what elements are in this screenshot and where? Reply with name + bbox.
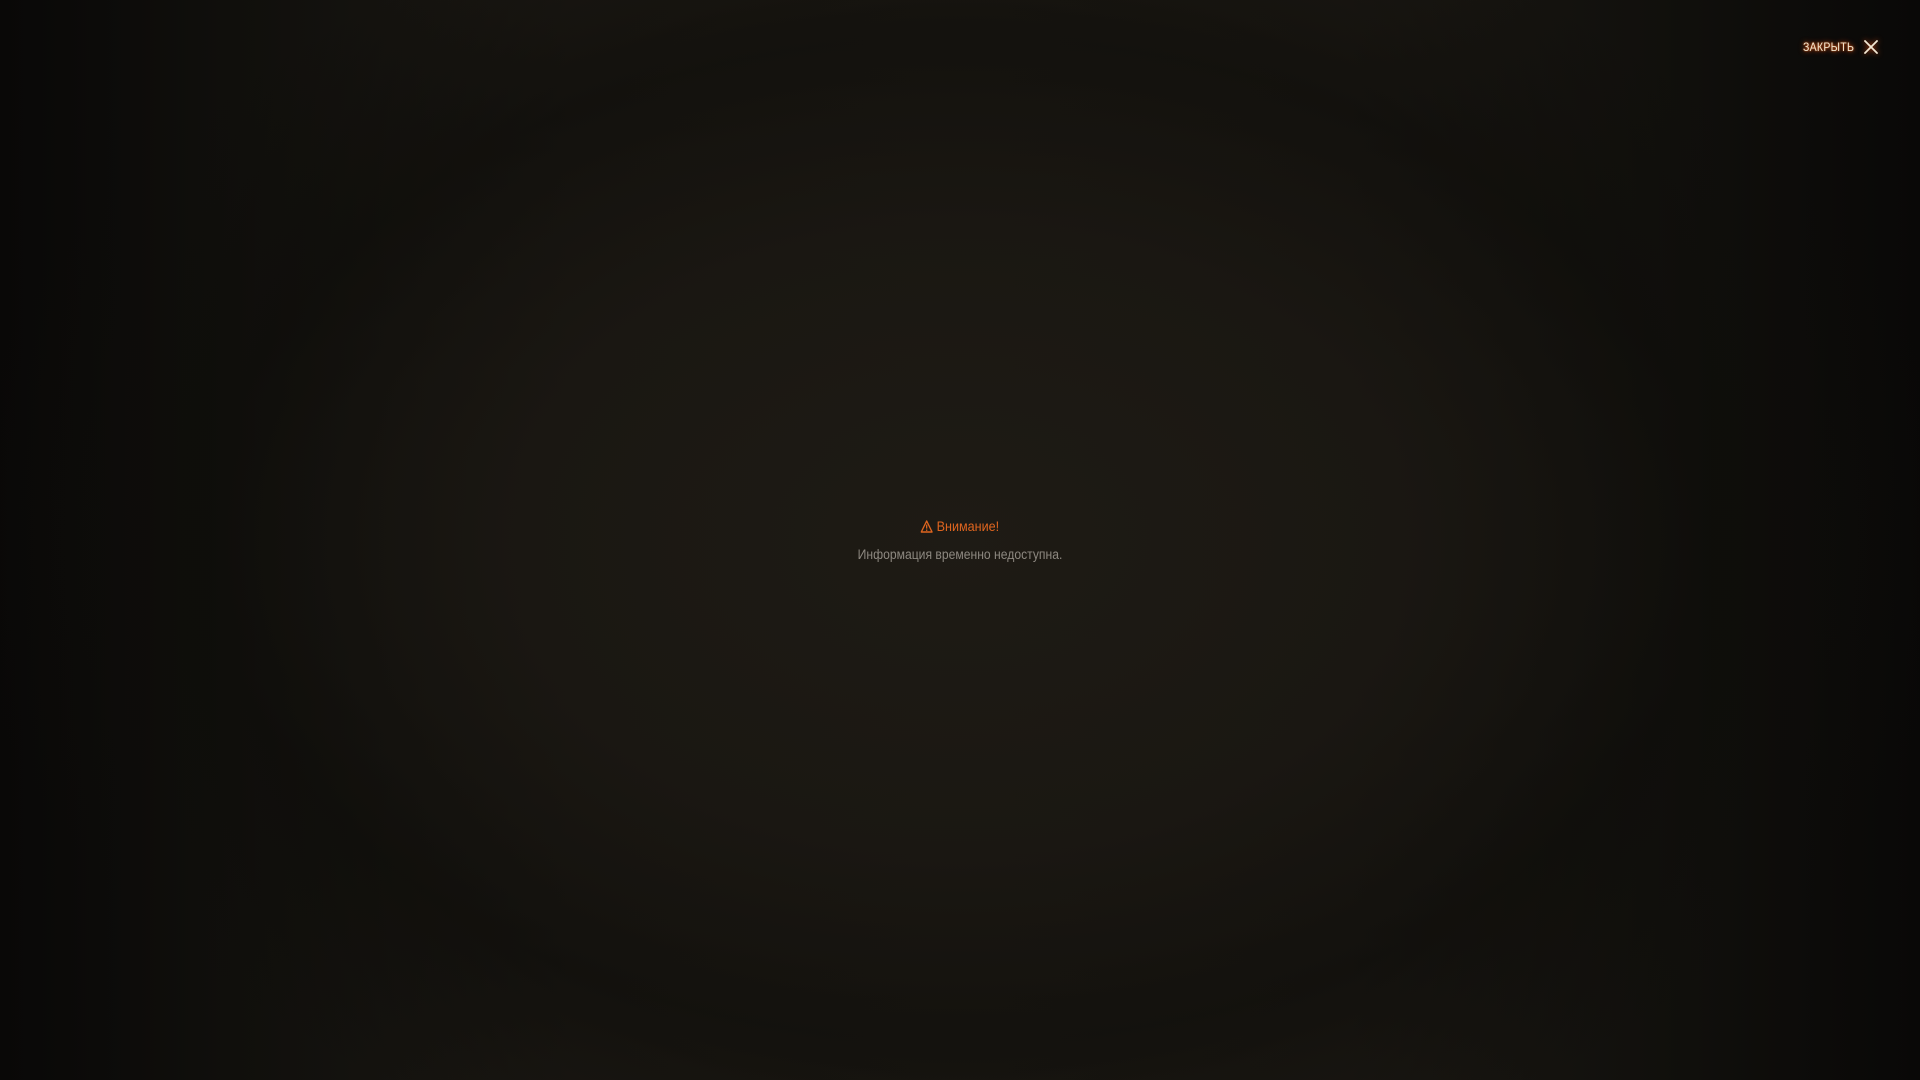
close-icon[interactable]: [1862, 38, 1880, 56]
notice-title: Внимание!: [920, 516, 1000, 536]
warning-icon: [920, 519, 934, 533]
game-screen: ЗАКРЫТЬ Внимание! Информация временно не…: [0, 0, 1920, 1080]
notice-title-text: Внимание!: [936, 518, 1000, 534]
notice-panel: Внимание! Информация временно недоступна…: [0, 516, 1920, 562]
close-label: ЗАКРЫТЬ: [1802, 40, 1854, 54]
notice-message: Информация временно недоступна.: [857, 546, 1063, 562]
close-button[interactable]: ЗАКРЫТЬ: [1796, 36, 1880, 58]
